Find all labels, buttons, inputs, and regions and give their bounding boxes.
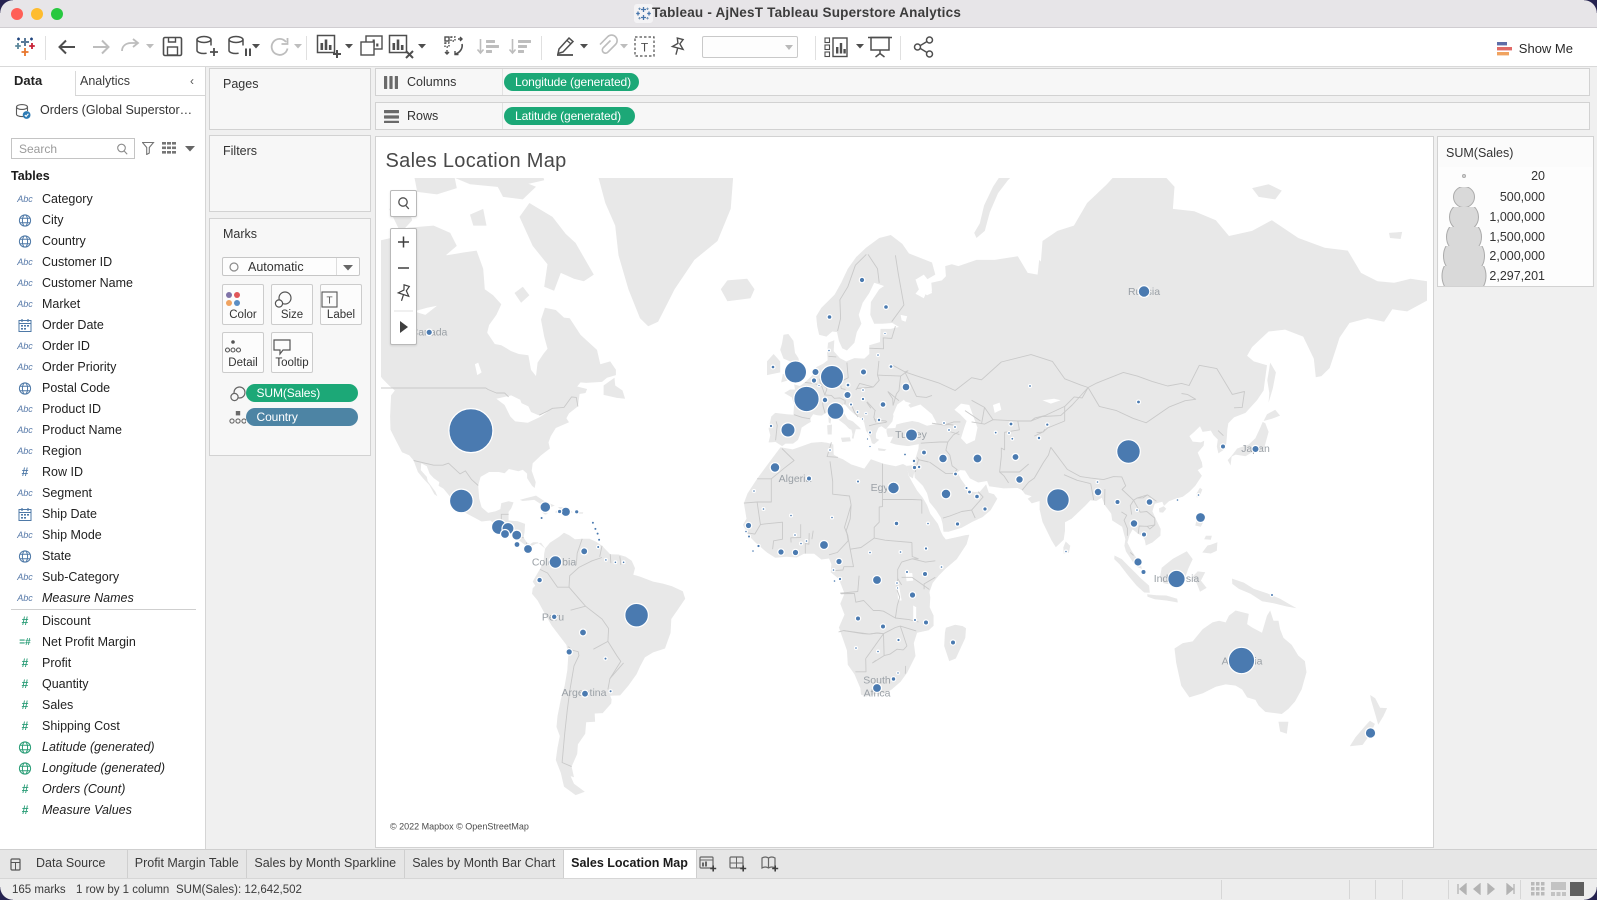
svg-text:© 2022 Mapbox © OpenStreetMap: © 2022 Mapbox © OpenStreetMap: [390, 822, 529, 832]
svg-text:T: T: [326, 296, 332, 307]
svg-text:T: T: [641, 41, 649, 55]
